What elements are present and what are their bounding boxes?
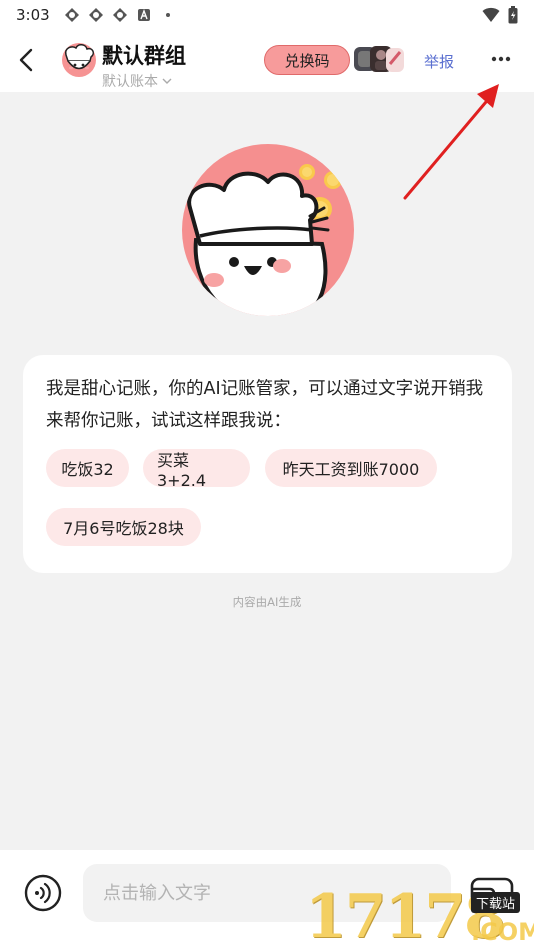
- dot-icon: [165, 13, 170, 17]
- suggestion-chip[interactable]: 昨天工资到账7000: [265, 449, 437, 487]
- wifi-icon: [482, 7, 500, 22]
- watermark-tag: 下载站: [471, 892, 521, 913]
- more-dots-icon: [491, 56, 511, 62]
- group-avatar[interactable]: [60, 40, 98, 78]
- member-avatars[interactable]: [354, 44, 406, 74]
- font-notification-icon: [137, 9, 150, 21]
- watermark: 17178 下载站 .COM: [305, 878, 534, 950]
- app-notification-icon: [64, 8, 79, 22]
- group-title[interactable]: 默认群组: [102, 40, 186, 70]
- chevron-down-icon: [162, 78, 172, 84]
- report-link[interactable]: 举报: [424, 51, 454, 72]
- ledger-name: 默认账本: [102, 74, 158, 90]
- suggestion-chip[interactable]: 买菜3+2.4: [143, 449, 250, 490]
- annotation-arrow: [403, 84, 499, 200]
- suggestion-chip[interactable]: 7月6号吃饭28块: [46, 508, 201, 546]
- ai-generated-note: 内容由AI生成: [232, 595, 302, 609]
- redeem-code-button[interactable]: 兑换码: [264, 45, 350, 75]
- mascot-avatar: [182, 144, 354, 316]
- back-button[interactable]: [12, 44, 40, 76]
- voice-input-button[interactable]: [24, 874, 62, 912]
- assistant-message-card: 我是甜心记账，你的AI记账管家，可以通过文字说开销我来帮你记账，试试这样跟我说：…: [23, 355, 512, 573]
- ledger-selector[interactable]: 默认账本: [102, 71, 172, 91]
- suggestion-chip[interactable]: 吃饭32: [46, 449, 129, 487]
- app-notification-icon: [88, 8, 103, 22]
- more-button[interactable]: [486, 46, 516, 72]
- battery-icon: [508, 6, 518, 24]
- assistant-intro-text: 我是甜心记账，你的AI记账管家，可以通过文字说开销我来帮你记账，试试这样跟我说：: [46, 379, 484, 431]
- chevron-left-icon: [19, 48, 33, 72]
- status-time: 3:03: [16, 6, 50, 24]
- app-notification-icon: [112, 8, 127, 22]
- status-bar: 3:03: [0, 0, 534, 30]
- notification-icons: [64, 7, 176, 23]
- watermark-domain: .COM: [471, 918, 534, 946]
